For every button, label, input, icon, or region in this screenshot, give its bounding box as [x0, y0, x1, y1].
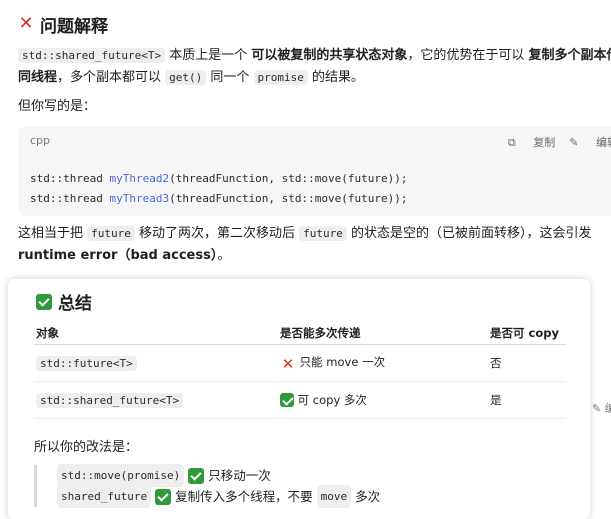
code-block: cpp ⧉ 复制 ✎ 编辑 std::thread myThread2(threa…	[18, 126, 611, 216]
conclusion-text: 所以你的改法是：	[34, 440, 139, 455]
explanation-paragraph: std::shared_future<T> 本质上是一个 可以被复制的共享状态对…	[18, 45, 611, 67]
summary-table: 对象 是否能多次传递 是否可 copy std::future<T> ✕ 只能 …	[34, 322, 566, 419]
explanation-section: ✕ 问题解释	[18, 10, 611, 38]
consequence-paragraph-cont: runtime error（bad access）。	[18, 248, 231, 263]
code-line: std::thread myThread2(threadFunction, st…	[30, 172, 408, 185]
inline-code: promise	[253, 70, 308, 85]
copy-value: 是	[488, 381, 566, 419]
inline-code: future	[87, 226, 135, 241]
check-mark-icon	[188, 467, 205, 484]
code-line: std::thread myThread3(threadFunction, st…	[30, 192, 408, 205]
edit-button[interactable]: ✎ 编辑	[569, 136, 611, 149]
code-actions: ⧉ 复制 ✎ 编辑	[494, 134, 611, 150]
code-language-label: cpp	[30, 134, 51, 147]
summary-card: 总结 对象 是否能多次传递 是否可 copy std::future<T> ✕ …	[8, 279, 590, 519]
column-header: 对象	[34, 322, 278, 345]
table-row: std::shared_future<T> 可 copy 多次 是	[34, 381, 566, 419]
explanation-paragraph-cont: 同线程，多个副本都可以 get() 同一个 promise 的结果。	[18, 70, 365, 85]
summary-title: 总结	[36, 289, 92, 314]
inline-code: move	[316, 485, 352, 508]
object-code: std::future<T>	[36, 356, 137, 371]
fix-quote: std::move(promise) 只移动一次 shared_future 复…	[34, 464, 380, 508]
column-header: 是否可 copy	[488, 322, 566, 345]
table-row: std::future<T> ✕ 只能 move 一次 否	[34, 344, 566, 382]
code-lines: std::thread myThread2(threadFunction, st…	[30, 169, 408, 209]
consequence-paragraph: 这相当于把 future 移动了两次，第二次移动后 future 的状态是空的（…	[18, 226, 592, 241]
cross-mark-icon: ✕	[18, 13, 34, 34]
table-header-row: 对象 是否能多次传递 是否可 copy	[34, 322, 566, 345]
lead-in-text: 但你写的是：	[18, 99, 97, 114]
inline-code: std::move(promise)	[57, 464, 185, 487]
column-header: 是否能多次传递	[278, 322, 488, 345]
inline-code: get()	[165, 70, 207, 85]
side-edit-fragment[interactable]: ✎ 编	[592, 400, 611, 416]
copy-button[interactable]: ⧉ 复制	[508, 136, 555, 149]
inline-code: std::shared_future<T>	[18, 48, 166, 63]
object-code: std::shared_future<T>	[36, 393, 184, 408]
copy-value: 否	[488, 344, 566, 382]
cross-mark-icon: ✕	[281, 355, 295, 373]
inline-code: shared_future	[57, 485, 152, 508]
check-mark-icon	[280, 393, 294, 407]
section-title: ✕ 问题解释	[18, 13, 108, 37]
check-mark-icon	[155, 488, 172, 505]
check-mark-icon	[36, 293, 52, 310]
quote-line: std::move(promise) 只移动一次	[57, 464, 380, 487]
quote-line: shared_future 复制传入多个线程，不要 move 多次	[57, 485, 380, 508]
inline-code: future	[299, 226, 347, 241]
